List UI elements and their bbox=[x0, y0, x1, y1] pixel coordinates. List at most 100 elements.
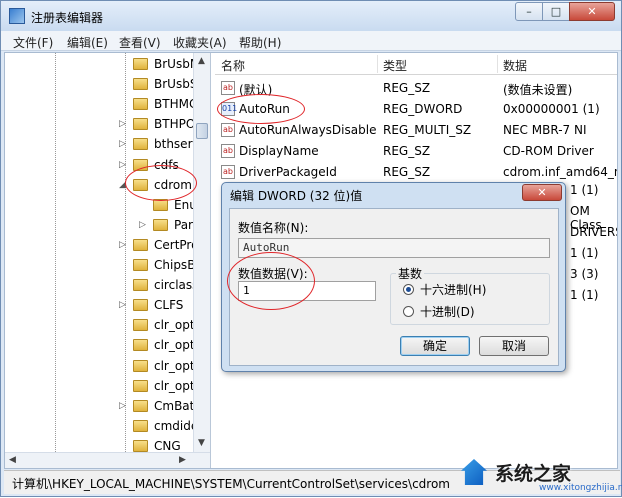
regedit-window: 注册表编辑器 – □ ✕ 文件(F) 编辑(E) 查看(V) 收藏夹(A) 帮助… bbox=[0, 0, 622, 497]
value-data-partial: DRIVERS\ bbox=[570, 225, 617, 239]
tree-item-label: BTHPO bbox=[154, 117, 196, 132]
cancel-button[interactable]: 取消 bbox=[479, 336, 549, 356]
minimize-button[interactable]: – bbox=[515, 2, 543, 21]
tree-item[interactable]: BrUsbS bbox=[133, 77, 197, 97]
value-name: DriverPackageId bbox=[239, 165, 337, 179]
tree-item-label: cmdide bbox=[154, 418, 199, 433]
menu-edit[interactable]: 编辑(E) bbox=[67, 34, 108, 51]
value-name-label: 数值名称(N): bbox=[238, 221, 309, 235]
tree-item-label: CLFS bbox=[154, 298, 184, 313]
tree-horizontal-scrollbar[interactable]: ◀ ▶ bbox=[5, 452, 210, 468]
tree-vertical-scrollbar[interactable]: ▲ ▼ bbox=[193, 53, 210, 453]
tree-item[interactable]: ▷ BTHPO bbox=[119, 117, 196, 137]
tree-item-label: clr_opti bbox=[154, 358, 198, 373]
column-header-name[interactable]: 名称 bbox=[221, 57, 245, 74]
folder-icon bbox=[133, 359, 148, 372]
value-data-partial: 3 (3) bbox=[570, 267, 599, 281]
value-data: CD-ROM Driver bbox=[503, 144, 594, 158]
tree-item-label: clr_opti bbox=[154, 338, 198, 353]
tree-item[interactable]: clr_opti bbox=[133, 379, 198, 399]
folder-icon bbox=[133, 439, 148, 452]
column-header-type[interactable]: 类型 bbox=[383, 57, 407, 74]
tree-item[interactable]: ▷ CertPro bbox=[119, 237, 199, 258]
menu-view[interactable]: 查看(V) bbox=[119, 34, 161, 51]
expand-arrow-icon[interactable]: ▷ bbox=[119, 300, 126, 310]
column-header-data[interactable]: 数据 bbox=[503, 57, 527, 74]
regedit-app-icon bbox=[9, 8, 25, 24]
annotation-circle-value bbox=[227, 252, 315, 310]
dialog-close-button[interactable]: ✕ bbox=[522, 184, 562, 201]
column-divider[interactable] bbox=[497, 55, 498, 73]
tree-item-label: CertPro bbox=[154, 237, 199, 252]
annotation-circle-autorun bbox=[217, 94, 305, 124]
tree-item[interactable]: BrUsbM bbox=[133, 57, 200, 77]
tree-item[interactable]: clr_opti bbox=[133, 338, 198, 358]
dialog-title: 编辑 DWORD (32 位)值 bbox=[230, 189, 363, 203]
expand-arrow-icon[interactable]: ▷ bbox=[119, 160, 126, 170]
hex-radio[interactable] bbox=[403, 284, 414, 295]
menu-favorites[interactable]: 收藏夹(A) bbox=[173, 34, 227, 51]
folder-icon bbox=[133, 98, 148, 111]
maximize-button[interactable]: □ bbox=[542, 2, 570, 21]
value-type: REG_SZ bbox=[383, 144, 431, 158]
value-data-partial: 1 (1) bbox=[570, 288, 599, 302]
watermark-logo: 系统之家 www.xitongzhijia.net bbox=[453, 453, 622, 498]
value-data: NEC MBR-7 NI bbox=[503, 123, 587, 137]
value-data-partial: 1 (1) bbox=[570, 246, 599, 260]
expand-arrow-icon[interactable]: ▷ bbox=[119, 119, 126, 129]
window-title: 注册表编辑器 bbox=[31, 11, 104, 25]
folder-icon bbox=[133, 419, 148, 432]
menu-file[interactable]: 文件(F) bbox=[13, 34, 53, 51]
hex-radio-label[interactable]: 十六进制(H) bbox=[420, 281, 486, 298]
tree-item-label: clr_opti bbox=[154, 318, 198, 333]
value-type: REG_SZ bbox=[383, 165, 431, 179]
scroll-left-arrow-icon[interactable]: ◀ bbox=[9, 455, 16, 465]
tree-guide-line bbox=[125, 53, 126, 458]
tree-item[interactable]: clr_opti bbox=[133, 359, 198, 379]
value-row[interactable]: ab DisplayName REG_SZ CD-ROM Driver bbox=[215, 141, 617, 161]
dec-radio-label[interactable]: 十进制(D) bbox=[420, 303, 475, 320]
menu-help[interactable]: 帮助(H) bbox=[239, 34, 281, 51]
value-data: cdrom.inf_amd64_n bbox=[503, 165, 617, 179]
tree-item[interactable]: ▷ CLFS bbox=[119, 298, 184, 318]
expand-arrow-icon[interactable]: ▷ bbox=[119, 139, 126, 149]
tree-item[interactable]: BTHMC bbox=[133, 97, 197, 117]
scroll-right-arrow-icon[interactable]: ▶ bbox=[179, 455, 186, 465]
value-data: 0x00000001 (1) bbox=[503, 102, 600, 116]
string-value-icon: ab bbox=[221, 123, 235, 137]
tree-item[interactable]: clr_opti bbox=[133, 318, 198, 338]
folder-icon bbox=[133, 238, 148, 251]
expand-arrow-icon[interactable]: ▷ bbox=[139, 220, 146, 230]
title-bar[interactable]: 注册表编辑器 – □ ✕ bbox=[1, 1, 621, 31]
close-button[interactable]: ✕ bbox=[569, 2, 615, 21]
tree-item-label: circlass bbox=[154, 278, 199, 293]
value-name: DisplayName bbox=[239, 144, 319, 158]
folder-icon bbox=[133, 279, 148, 292]
tree-item[interactable]: ▷ CmBatt bbox=[119, 399, 199, 419]
tree-item[interactable]: ▷ bthserv bbox=[119, 137, 200, 157]
folder-icon bbox=[133, 319, 148, 332]
string-value-icon: ab bbox=[221, 144, 235, 158]
tree-scroll-thumb[interactable] bbox=[196, 123, 208, 139]
tree-item[interactable]: cmdide bbox=[133, 419, 198, 439]
registry-path: 计算机\HKEY_LOCAL_MACHINE\SYSTEM\CurrentCon… bbox=[12, 477, 450, 491]
dec-radio[interactable] bbox=[403, 306, 414, 317]
tree-item-label: CNG bbox=[154, 438, 181, 453]
folder-icon bbox=[133, 259, 148, 271]
ok-button[interactable]: 确定 bbox=[400, 336, 470, 356]
column-divider[interactable] bbox=[377, 55, 378, 73]
scroll-up-arrow-icon[interactable]: ▲ bbox=[198, 56, 205, 66]
value-row[interactable]: ab DriverPackageId REG_SZ cdrom.inf_amd64_n bbox=[215, 162, 617, 182]
watermark-url: www.xitongzhijia.net bbox=[539, 483, 622, 493]
expand-arrow-icon[interactable]: ▷ bbox=[119, 240, 126, 250]
folder-icon bbox=[133, 299, 148, 312]
scroll-down-arrow-icon[interactable]: ▼ bbox=[198, 438, 205, 448]
value-type: REG_MULTI_SZ bbox=[383, 123, 472, 137]
string-value-icon: ab bbox=[221, 165, 235, 179]
registry-tree: BrUsbM BrUsbS BTHMC ▷ BTHPO ▷ bthserv ▷ cdfs ◢ cdr… bbox=[5, 53, 211, 468]
tree-item-label: BrUsbS bbox=[154, 77, 198, 92]
tree-item-label: clr_opti bbox=[154, 378, 198, 393]
tree-item[interactable]: circlass bbox=[133, 278, 198, 298]
folder-icon bbox=[133, 118, 148, 131]
expand-arrow-icon[interactable]: ▷ bbox=[119, 401, 126, 411]
